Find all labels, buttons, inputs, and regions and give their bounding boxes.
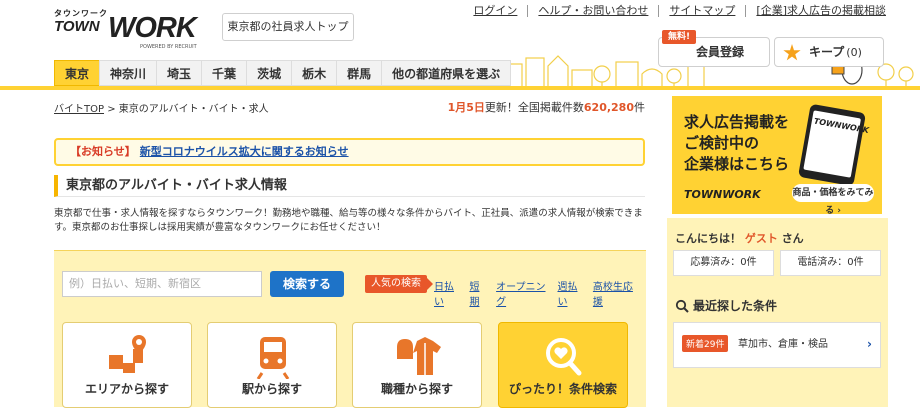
employer-ad-banner[interactable]: 求人広告掲載を ご検討中の 企業様はこちら TOWNWORK TOWNWORK …: [672, 96, 882, 216]
greeting-hello: こんにちは！: [675, 232, 741, 245]
section-title: 東京都のアルバイト・バイト求人情報: [54, 175, 645, 197]
logo-work: WORK: [108, 12, 197, 44]
star-icon: [783, 44, 801, 61]
uniform-icon: [397, 337, 441, 375]
category-station-label: 駅から探す: [241, 382, 302, 396]
ad-line-3: 企業様はこちら: [684, 155, 790, 173]
keyword-opening[interactable]: オープニング: [496, 278, 548, 308]
count-unit: 件: [634, 101, 645, 114]
employee-jobs-top-button[interactable]: 東京都の社員求人トップ: [222, 13, 354, 41]
category-job-type[interactable]: 職種から探す: [352, 322, 482, 408]
category-job-type-label: 職種から探す: [380, 382, 453, 396]
page-description: 東京都で仕事・求人情報を探すならタウンワーク！勤務地や職種、給与等の様々な条件か…: [54, 208, 643, 233]
popular-keywords: 日払い 短期 オープニング 週払い 高校生応援: [434, 278, 646, 308]
chevron-right-icon: ›: [867, 337, 872, 351]
pref-tab-chiba[interactable]: 千葉: [201, 60, 247, 86]
category-station[interactable]: 駅から探す: [207, 322, 337, 408]
keep-button[interactable]: キープ (0): [774, 37, 884, 67]
keyword-short-term[interactable]: 短期: [469, 278, 487, 308]
category-perfect-match-label: ぴったり！条件検索: [508, 382, 617, 396]
category-area[interactable]: エリアから探す: [62, 322, 192, 408]
ad-price-button[interactable]: 商品・価格をみてみる ›: [792, 184, 874, 216]
breadcrumb-top-link[interactable]: バイトTOP: [54, 104, 104, 115]
category-perfect-match[interactable]: ぴったり！条件検索: [498, 322, 628, 408]
guest-name: ゲスト: [744, 232, 778, 245]
notice-covid-link[interactable]: 新型コロナウイルス拡大に関するお知らせ: [140, 145, 349, 158]
ad-text: 求人広告掲載を ご検討中の 企業様はこちら: [684, 112, 789, 175]
notice-box: 【お知らせ】 新型コロナウイルス拡大に関するお知らせ: [54, 138, 645, 166]
update-text: 更新！全国掲載件数: [484, 101, 584, 114]
recent-title-text: 最近探した条件: [693, 299, 778, 313]
ad-line-2: ご検討中の: [684, 134, 760, 152]
phone-logo: TOWNWORK: [813, 116, 870, 136]
breadcrumb-separator: >: [107, 104, 116, 115]
keep-count: (0): [846, 46, 862, 59]
pref-tab-kanagawa[interactable]: 神奈川: [99, 60, 157, 86]
employer-ad-link[interactable]: [企業]求人広告の掲載相談: [745, 5, 896, 17]
ad-logo: TOWNWORK: [684, 188, 761, 201]
greeting-san: さん: [781, 232, 804, 245]
help-link[interactable]: ヘルプ・お問い合わせ: [527, 5, 658, 17]
update-info: 1月5日更新！全国掲載件数620,280件: [448, 99, 645, 115]
free-badge: 無料!: [662, 30, 696, 44]
notice-label: 【お知らせ】: [70, 145, 136, 158]
ad-line-1: 求人広告掲載を: [684, 113, 790, 131]
breadcrumb-current: 東京のアルバイト・バイト・求人: [118, 104, 269, 115]
applied-count[interactable]: 応募済み：0件: [673, 250, 774, 276]
search-icon: [675, 299, 689, 313]
keep-label: キープ: [809, 45, 845, 59]
logo-powered: POWERED BY RECRUIT: [140, 44, 197, 50]
total-count: 620,280: [583, 101, 634, 114]
header-divider: [0, 86, 920, 90]
search-panel: 例）日払い、短期、新宿区 検索する 人気の検索 日払い 短期 オープニング 週払…: [54, 250, 646, 408]
search-button[interactable]: 検索する: [270, 271, 344, 297]
smartphone-icon: TOWNWORK: [798, 103, 870, 187]
pref-tab-ibaraki[interactable]: 茨城: [246, 60, 292, 86]
logo-town: TOWN: [54, 18, 100, 35]
pref-tab-tokyo[interactable]: 東京: [54, 60, 100, 86]
pref-tab-tochigi[interactable]: 栃木: [291, 60, 337, 86]
keyword-high-school[interactable]: 高校生応援: [593, 278, 637, 308]
pref-tab-gunma[interactable]: 群馬: [336, 60, 382, 86]
popular-search-tag: 人気の検索: [365, 275, 433, 293]
pref-tab-saitama[interactable]: 埼玉: [156, 60, 202, 86]
sitemap-link[interactable]: サイトマップ: [658, 5, 745, 17]
magnifier-heart-icon: [546, 338, 582, 376]
update-date: 1月5日: [447, 101, 485, 114]
search-input[interactable]: 例）日払い、短期、新宿区: [62, 271, 262, 297]
townwork-logo[interactable]: タウンワーク TOWN WORK POWERED BY RECRUIT: [54, 8, 204, 50]
user-side-panel: こんにちは！ ゲスト さん 応募済み：0件 電話済み：0件 最近探した条件 新着…: [667, 218, 888, 407]
breadcrumb: バイトTOP > 東京のアルバイト・バイト・求人: [54, 100, 269, 115]
keyword-weekly-pay[interactable]: 週払い: [557, 278, 583, 308]
category-area-label: エリアから探す: [84, 382, 169, 396]
login-link[interactable]: ログイン: [463, 5, 527, 17]
area-map-icon: [109, 335, 146, 373]
greeting: こんにちは！ ゲスト さん: [675, 230, 804, 246]
prefecture-nav: 東京 神奈川 埼玉 千葉 茨城 栃木 群馬 他の都道府県を選ぶ: [54, 60, 512, 86]
keyword-daily-pay[interactable]: 日払い: [434, 278, 460, 308]
train-icon: [256, 337, 290, 379]
top-links: ログイン ヘルプ・お問い合わせ サイトマップ [企業]求人広告の掲載相談: [463, 5, 896, 17]
phoned-count[interactable]: 電話済み：0件: [780, 250, 881, 276]
new-count-badge: 新着29件: [682, 335, 729, 352]
recent-search-text: 草加市、倉庫・検品: [738, 339, 828, 350]
pref-tab-other[interactable]: 他の都道府県を選ぶ: [381, 60, 512, 86]
recent-searches-title: 最近探した条件: [675, 297, 777, 314]
recent-search-item[interactable]: 新着29件 草加市、倉庫・検品 ›: [673, 322, 881, 368]
header: タウンワーク TOWN WORK POWERED BY RECRUIT 東京都の…: [0, 0, 920, 90]
